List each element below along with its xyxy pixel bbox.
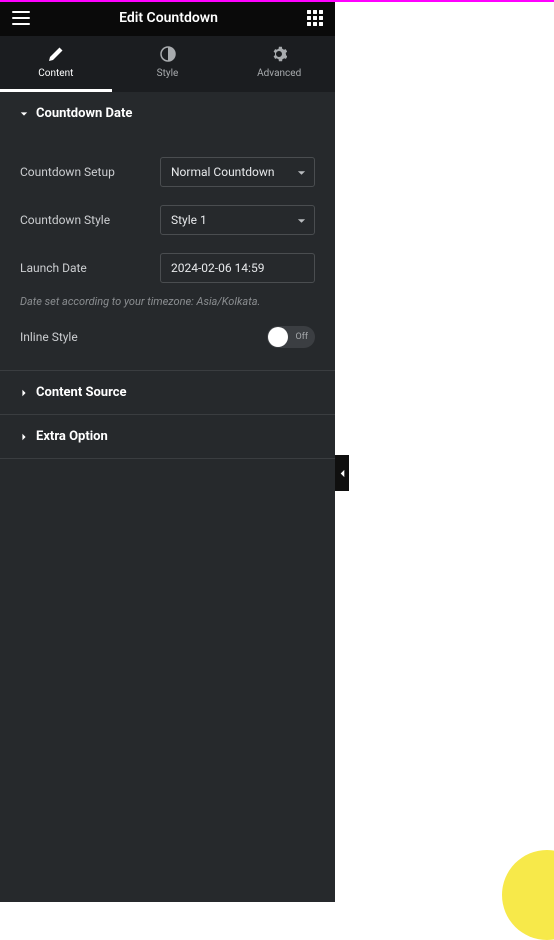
pencil-icon [0,46,112,62]
field-label: Countdown Setup [20,165,115,179]
panel-title: Edit Countdown [119,10,218,26]
menu-icon[interactable] [12,11,30,25]
preview-area [335,0,554,902]
gear-icon [223,46,335,62]
apps-icon[interactable] [307,10,323,26]
toggle-state: Off [296,332,308,342]
tab-label: Content [38,68,73,79]
section-header-content-source[interactable]: Content Source [0,371,335,414]
field-label: Inline Style [20,330,78,344]
tab-style[interactable]: Style [112,36,224,92]
section-content-source: Content Source [0,371,335,415]
section-title: Extra Option [36,429,108,444]
field-countdown-style: Countdown Style Style 1 [20,205,315,235]
field-inline-style: Inline Style Off [20,326,315,348]
countdown-setup-select[interactable]: Normal Countdown [160,157,315,187]
contrast-icon [112,46,224,62]
field-countdown-setup: Countdown Setup Normal Countdown [20,157,315,187]
chevron-left-icon [338,469,347,478]
inline-style-toggle[interactable]: Off [267,326,315,348]
topbar: Edit Countdown [0,0,335,36]
caret-right-icon [20,433,28,441]
section-header-countdown-date[interactable]: Countdown Date [0,92,335,135]
section-title: Content Source [36,385,127,400]
timezone-note: Date set according to your timezone: Asi… [20,295,315,308]
field-launch-date: Launch Date [20,253,315,283]
field-label: Countdown Style [20,213,110,227]
tab-content[interactable]: Content [0,36,112,92]
panel-body: Countdown Date Countdown Setup Normal Co… [0,92,335,902]
editor-sidebar: Edit Countdown Content Style Advanced [0,0,335,902]
tab-bar: Content Style Advanced [0,36,335,92]
field-label: Launch Date [20,261,87,275]
countdown-style-select[interactable]: Style 1 [160,205,315,235]
caret-down-icon [20,110,28,118]
tab-label: Advanced [257,68,301,79]
section-extra-option: Extra Option [0,415,335,459]
section-header-extra-option[interactable]: Extra Option [0,415,335,458]
section-countdown-date: Countdown Date Countdown Setup Normal Co… [0,92,335,371]
section-content: Countdown Setup Normal Countdown Countdo… [0,135,335,370]
launch-date-input[interactable] [160,253,315,283]
section-title: Countdown Date [36,106,132,121]
caret-right-icon [20,389,28,397]
toggle-knob [268,327,288,347]
collapse-sidebar-button[interactable] [335,455,349,491]
tab-label: Style [157,68,179,79]
tab-advanced[interactable]: Advanced [223,36,335,92]
